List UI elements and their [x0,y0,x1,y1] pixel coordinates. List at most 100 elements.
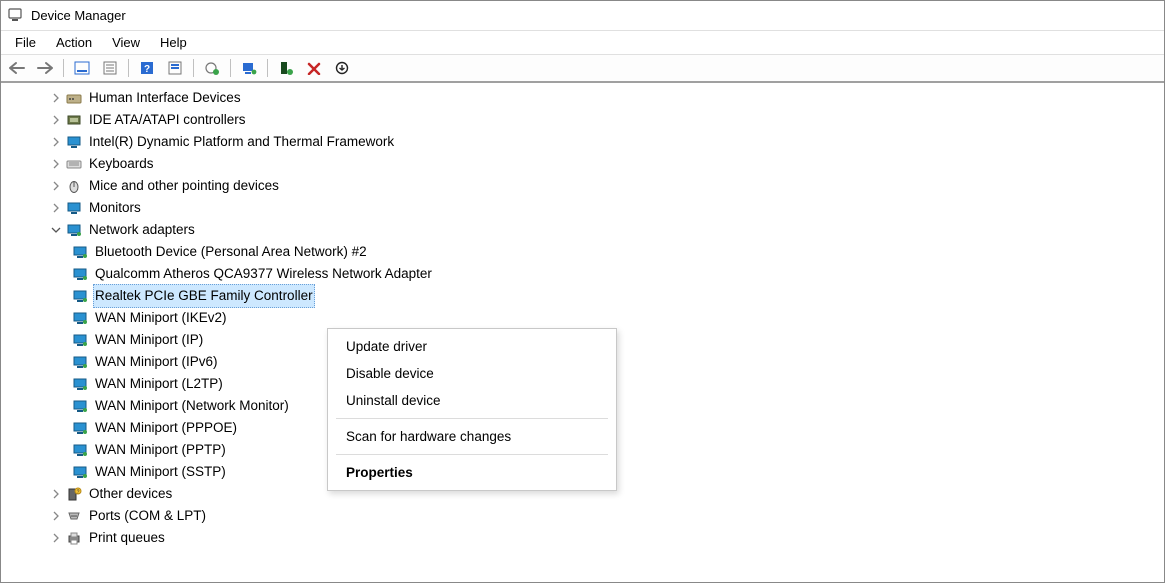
disable-device-button[interactable] [329,57,355,79]
toolbar-separator [63,59,64,77]
chevron-right-icon[interactable] [49,91,63,105]
ports-icon [65,508,83,524]
device-bluetooth-pan[interactable]: Bluetooth Device (Personal Area Network)… [9,241,1156,263]
chevron-right-icon[interactable] [49,113,63,127]
menu-bar: File Action View Help [1,31,1164,55]
svg-text:?: ? [144,64,150,75]
device-label: WAN Miniport (IKEv2) [93,307,229,329]
hid-icon [65,90,83,106]
device-wan-ikev2[interactable]: WAN Miniport (IKEv2) [9,307,1156,329]
ctx-uninstall-device[interactable]: Uninstall device [328,387,616,414]
chevron-right-icon[interactable] [49,135,63,149]
device-qualcomm-wifi[interactable]: Qualcomm Atheros QCA9377 Wireless Networ… [9,263,1156,285]
chevron-down-icon[interactable] [49,223,63,237]
device-label: WAN Miniport (IP) [93,329,205,351]
menu-file[interactable]: File [5,33,46,52]
help-button[interactable]: ? [134,57,160,79]
device-label: Realtek PCIe GBE Family Controller [93,284,315,308]
monitor-icon [65,134,83,150]
network-adapter-icon [71,266,89,282]
category-intel-dptf[interactable]: Intel(R) Dynamic Platform and Thermal Fr… [9,131,1156,153]
device-label: WAN Miniport (SSTP) [93,461,228,483]
uninstall-device-button[interactable] [301,57,327,79]
monitor-icon [65,200,83,216]
category-monitors[interactable]: Monitors [9,197,1156,219]
category-label: Intel(R) Dynamic Platform and Thermal Fr… [87,131,396,153]
menu-help[interactable]: Help [150,33,197,52]
category-hid[interactable]: Human Interface Devices [9,87,1156,109]
svg-text:?: ? [77,490,80,496]
category-label: Monitors [87,197,143,219]
network-adapter-icon [71,398,89,414]
network-adapter-icon [71,420,89,436]
context-menu: Update driver Disable device Uninstall d… [327,328,617,491]
category-label: Network adapters [87,219,197,241]
chevron-right-icon[interactable] [49,531,63,545]
menu-view[interactable]: View [102,33,150,52]
category-ports[interactable]: Ports (COM & LPT) [9,505,1156,527]
ct(† )-disable-device[interactable]: Disable device [328,360,616,387]
device-label: WAN Miniport (L2TP) [93,373,225,395]
unknown-device-icon: ? [65,486,83,502]
network-adapter-icon [71,354,89,370]
device-manager-icon [7,7,25,25]
keyboard-icon [65,156,83,172]
ctx-scan-hardware[interactable]: Scan for hardware changes [328,423,616,450]
ide-icon [65,112,83,128]
action-list-button[interactable] [162,57,188,79]
category-mice[interactable]: Mice and other pointing devices [9,175,1156,197]
category-label: Other devices [87,483,174,505]
category-ide[interactable]: IDE ATA/ATAPI controllers [9,109,1156,131]
category-label: IDE ATA/ATAPI controllers [87,109,248,131]
device-realtek-gbe[interactable]: Realtek PCIe GBE Family Controller [9,285,1156,307]
network-adapter-icon [71,332,89,348]
chevron-right-icon[interactable] [49,487,63,501]
ctx-update-driver[interactable]: Update driver [328,333,616,360]
network-adapter-icon [71,310,89,326]
device-label: WAN Miniport (PPPOE) [93,417,239,439]
back-button[interactable] [4,57,30,79]
toolbar-separator [193,59,194,77]
toolbar-separator [128,59,129,77]
chevron-right-icon[interactable] [49,201,63,215]
enable-device-button[interactable] [273,57,299,79]
toolbar-separator [230,59,231,77]
mouse-icon [65,178,83,194]
category-keyboards[interactable]: Keyboards [9,153,1156,175]
category-label: Human Interface Devices [87,87,243,109]
category-print-queues[interactable]: Print queues [9,527,1156,549]
menu-action[interactable]: Action [46,33,102,52]
category-label: Mice and other pointing devices [87,175,281,197]
context-menu-separator [336,454,608,455]
device-label: Qualcomm Atheros QCA9377 Wireless Networ… [93,263,434,285]
device-label: WAN Miniport (IPv6) [93,351,220,373]
network-adapter-icon [71,244,89,260]
forward-button[interactable] [32,57,58,79]
device-label: WAN Miniport (PPTP) [93,439,228,461]
context-menu-separator [336,418,608,419]
network-adapter-icon [71,442,89,458]
chevron-right-icon[interactable] [49,509,63,523]
network-adapter-icon [71,288,89,304]
window-title: Device Manager [31,8,126,23]
toolbar-separator [267,59,268,77]
scan-hardware-button[interactable] [236,57,262,79]
printer-icon [65,530,83,546]
toolbar: ? [1,55,1164,83]
category-label: Print queues [87,527,167,549]
device-label: WAN Miniport (Network Monitor) [93,395,291,417]
update-driver-button[interactable] [199,57,225,79]
category-label: Ports (COM & LPT) [87,505,208,527]
ctx-properties[interactable]: Properties [328,459,616,486]
chevron-right-icon[interactable] [49,179,63,193]
network-adapter-icon [71,464,89,480]
network-adapter-icon [71,376,89,392]
properties-sheet-button[interactable] [97,57,123,79]
show-hide-console-button[interactable] [69,57,95,79]
network-adapter-icon [65,222,83,238]
category-label: Keyboards [87,153,156,175]
title-bar: Device Manager [1,1,1164,31]
category-network-adapters[interactable]: Network adapters [9,219,1156,241]
device-label: Bluetooth Device (Personal Area Network)… [93,241,369,263]
chevron-right-icon[interactable] [49,157,63,171]
